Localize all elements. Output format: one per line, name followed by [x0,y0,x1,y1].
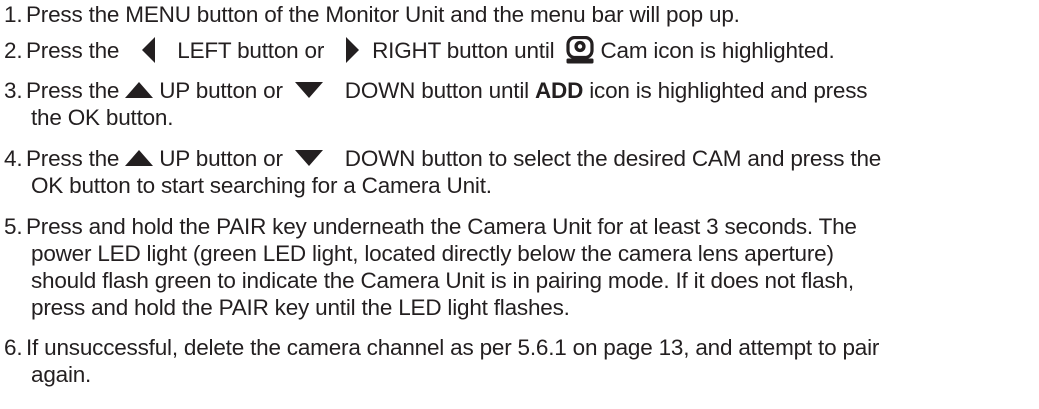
step-line: again. [31,362,92,387]
up-triangle-icon [125,150,154,167]
right-triangle-icon [346,37,360,64]
left-triangle-icon [142,37,156,64]
step-text: UP button or [159,146,283,171]
down-triangle-icon [294,82,323,99]
step-line: 2. Press the LEFT button or RIGHT button un… [0,36,1039,64]
step-text: Press and hold the PAIR key underneath t… [26,214,857,239]
step-number: 1. [4,2,23,27]
step-number: 3. [4,78,23,103]
add-keyword: ADD [535,78,584,103]
step-5: 5. Press and hold the PAIR key underneath… [0,213,1039,321]
step-number: 4. [4,146,23,171]
step-number: 5. [4,214,23,239]
step-line: 1. Press the MENU button of the Monitor U… [0,1,1039,28]
step-text: LEFT button or [177,38,325,63]
step-text: Press the [26,78,120,103]
step-line: 5. Press and hold the PAIR key underneath… [0,213,1039,240]
step-text: Cam icon is highlighted. [600,38,835,63]
step-3: 3. Press the UP button or DOWN button until… [0,77,1039,131]
step-2: 2. Press the LEFT button or RIGHT button un… [0,36,1039,64]
step-text: icon is highlighted and press [589,78,868,103]
step-4: 4. Press the UP button or DOWN button to se… [0,145,1039,199]
step-line: should flash green to indicate the Camer… [31,268,854,293]
step-text: Press the [26,146,120,171]
step-1: 1. Press the MENU button of the Monitor U… [0,1,1039,28]
step-text: Press the MENU button of the Monitor Uni… [26,2,740,27]
step-line: 6. If unsuccessful, delete the camera cha… [0,334,1039,361]
step-text: DOWN button to select the desired CAM an… [344,146,882,171]
step-text: DOWN button until [344,78,529,103]
step-line: OK button to start searching for a Camer… [31,173,492,198]
camera-icon [566,36,595,64]
step-text: If unsuccessful, delete the camera chann… [26,335,880,360]
step-text: UP button or [159,78,283,103]
step-line: power LED light (green LED light, locate… [31,241,834,266]
step-line: 4. Press the UP button or DOWN button to se… [0,145,1039,172]
step-text: RIGHT button until [372,38,555,63]
step-line: press and hold the PAIR key until the LE… [31,295,570,320]
step-number: 6. [4,335,23,360]
step-text: Press the [26,38,120,63]
instruction-document: 1. Press the MENU button of the Monitor U… [0,0,1039,409]
step-line: 3. Press the UP button or DOWN button until… [0,77,1039,104]
down-triangle-icon [294,150,323,167]
step-6: 6. If unsuccessful, delete the camera cha… [0,334,1039,388]
step-line: the OK button. [31,105,174,130]
up-triangle-icon [125,82,154,99]
step-number: 2. [4,38,23,63]
